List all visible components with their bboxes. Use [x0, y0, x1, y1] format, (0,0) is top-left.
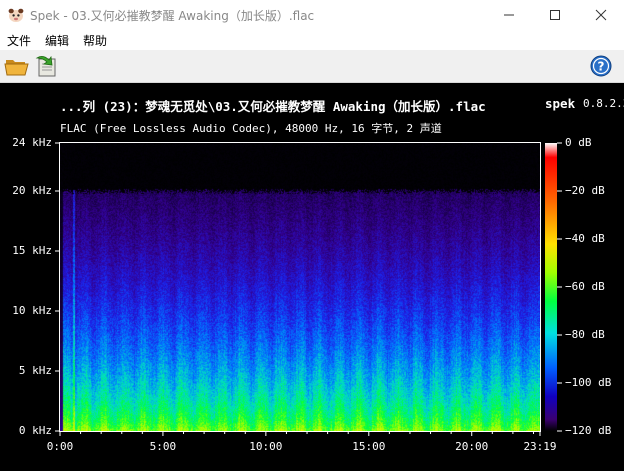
maximize-button[interactable]	[532, 0, 578, 30]
y-tick-label: 15 kHz	[12, 244, 52, 257]
spectrogram-panel: ...列 (23)：梦魂无觅处\03.又何必摧教梦醒 Awaking（加长版）.…	[0, 83, 624, 471]
x-tick-label: 0:00	[46, 440, 74, 453]
close-button[interactable]	[578, 0, 624, 30]
y-tick-label: 10 kHz	[12, 304, 52, 317]
y-tick-label: 20 kHz	[12, 184, 52, 197]
save-export-icon	[35, 55, 56, 77]
db-tick-label: −120 dB	[565, 424, 612, 437]
db-tick-label: −20 dB	[565, 184, 605, 197]
db-tick-label: −60 dB	[565, 280, 605, 293]
y-tick-label: 0 kHz	[18, 424, 52, 437]
x-tick-label: 5:00	[149, 440, 177, 453]
x-tick-label: 20:00	[455, 440, 489, 453]
y-tick-label: 5 kHz	[18, 364, 52, 377]
maximize-icon	[550, 10, 560, 20]
file-title: ...列 (23)：梦魂无觅处\03.又何必摧教梦醒 Awaking（加长版）.…	[60, 99, 486, 114]
window-title: Spek - 03.又何必摧教梦醒 Awaking（加长版）.flac	[30, 9, 315, 23]
folder-open-icon	[4, 60, 29, 76]
minimize-button[interactable]	[486, 0, 532, 30]
x-tick-label: 10:00	[249, 440, 283, 453]
svg-text:?: ?	[598, 60, 605, 74]
title-bar: Spek - 03.又何必摧教梦醒 Awaking（加长版）.flac	[0, 0, 624, 30]
spectrogram-canvas	[60, 143, 540, 431]
minimize-icon	[504, 14, 514, 16]
db-tick-label: 0 dB	[565, 136, 592, 149]
toolbar: ?	[0, 50, 624, 83]
menu-help[interactable]: 帮助	[83, 32, 107, 49]
db-tick-label: −40 dB	[565, 232, 605, 245]
open-button[interactable]	[4, 54, 30, 78]
db-tick-label: −80 dB	[565, 328, 605, 341]
y-tick-label: 24 kHz	[12, 136, 52, 149]
file-info: FLAC (Free Lossless Audio Codec), 48000 …	[60, 122, 442, 135]
menu-bar: 文件 编辑 帮助	[0, 30, 624, 50]
db-tick-label: −100 dB	[565, 376, 612, 389]
menu-edit[interactable]: 编辑	[45, 32, 69, 49]
help-icon: ?	[590, 55, 612, 77]
x-tick-label: 23:19	[523, 440, 557, 453]
menu-file[interactable]: 文件	[7, 32, 31, 49]
save-button[interactable]	[34, 54, 60, 78]
close-icon	[595, 9, 607, 21]
help-button[interactable]: ?	[590, 55, 612, 77]
app-name: spek	[545, 96, 576, 111]
db-colorbar	[545, 143, 557, 431]
spectrogram-area[interactable]	[60, 143, 540, 431]
spek-icon	[8, 8, 24, 22]
x-tick-label: 15:00	[352, 440, 386, 453]
app-version: 0.8.2.3	[583, 97, 624, 110]
